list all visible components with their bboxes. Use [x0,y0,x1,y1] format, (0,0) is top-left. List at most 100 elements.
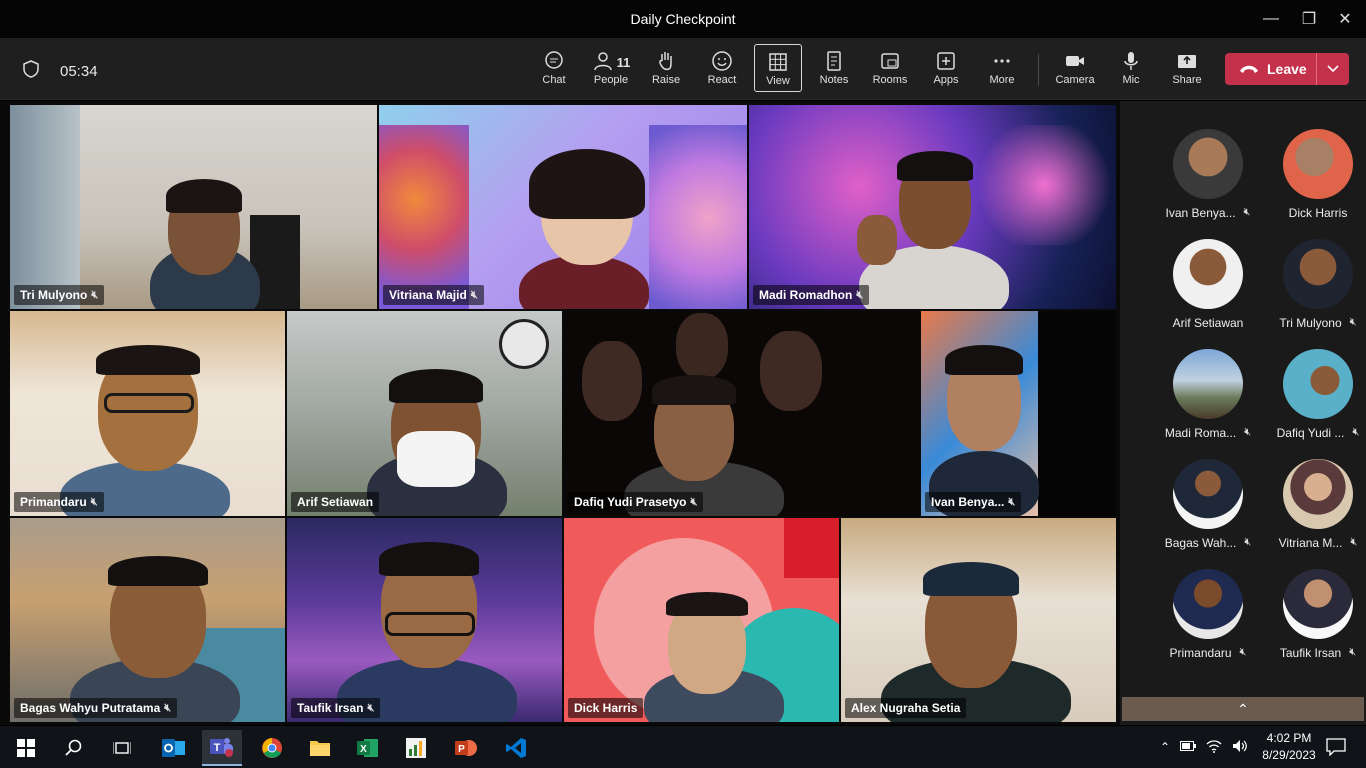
mic-off-icon: 🔇︎ [90,495,98,508]
video-tile[interactable]: Ivan Benya... 🔇︎ [920,310,1117,517]
windows-start-icon[interactable] [6,730,46,766]
battery-icon[interactable] [1180,740,1197,754]
avatar [1283,129,1353,199]
rooms-button[interactable]: Rooms [866,44,914,92]
vscode-icon[interactable] [496,730,536,766]
file-explorer-icon[interactable] [300,730,340,766]
mic-off-icon: 🔇︎ [1239,646,1247,658]
participant-name-label: Arif Setiawan [291,492,380,512]
camera-label: Camera [1055,74,1095,86]
chevron-up-icon[interactable]: ⌃ [1160,740,1170,754]
mic-label: Mic [1122,74,1140,86]
roster-scroll-up-chevron-icon[interactable]: ⌃ [1122,697,1364,721]
roster-card[interactable]: Ivan Benya... 🔇︎ [1152,129,1262,234]
video-tile[interactable]: Alex Nugraha Setia [840,517,1117,723]
chat-button[interactable]: Chat [530,44,578,92]
raise-hand-button[interactable]: Raise [642,44,690,92]
video-tile[interactable]: Taufik Irsan 🔇︎ [286,517,563,723]
toolbar-divider [1038,54,1039,86]
mic-off-icon: 🔇︎ [1350,536,1358,548]
notes-button[interactable]: Notes [810,44,858,92]
mic-off-icon: 🔇︎ [1244,426,1252,438]
share-label: Share [1172,74,1202,86]
project-chart-icon[interactable] [396,730,436,766]
mic-off-icon: 🔇︎ [1244,536,1252,548]
roster-card[interactable]: Madi Roma... 🔇︎ [1152,349,1262,454]
mic-off-icon: 🔇︎ [1008,495,1016,508]
meeting-timer: 05:34 [60,62,98,80]
mic-off-icon: 🔇︎ [91,288,99,301]
mic-off-icon: 🔇︎ [1352,426,1360,438]
teams-icon[interactable]: T [202,730,242,766]
react-button[interactable]: React [698,44,746,92]
avatar [1283,349,1353,419]
more-button[interactable]: More [978,44,1026,92]
mic-off-icon: 🔇︎ [856,288,864,301]
roster-card[interactable]: Taufik Irsan 🔇︎ [1262,569,1366,674]
avatar [1283,459,1353,529]
leave-button[interactable]: Leave [1225,53,1349,85]
video-tile[interactable]: Primandaru 🔇︎ [9,310,286,517]
view-button[interactable]: View [754,44,802,92]
video-tile[interactable]: Madi Romadhon 🔇︎ [748,104,1117,310]
roster-card[interactable]: Dafiq Yudi ... 🔇︎ [1262,349,1366,454]
camera-icon [1066,56,1084,66]
video-tile[interactable]: Arif Setiawan [286,310,563,517]
close-button[interactable]: ✕ [1322,0,1366,38]
leave-label: Leave [1267,61,1307,77]
smiley-icon [712,51,732,71]
roster-card[interactable]: Arif Setiawan [1152,239,1262,344]
roster-card[interactable]: Primandaru 🔇︎ [1152,569,1262,674]
roster-card[interactable]: Vitriana M... 🔇︎ [1262,459,1366,564]
react-label: React [707,74,737,86]
taskbar: T X P ⌃ 4:02 PM 8/29/2023 [0,726,1366,768]
wifi-icon[interactable] [1206,739,1222,756]
roster-card[interactable]: Tri Mulyono 🔇︎ [1262,239,1366,344]
share-button[interactable]: Share [1163,44,1211,92]
chat-icon [545,51,563,69]
avatar [1283,569,1353,639]
participant-roster: Ivan Benya... 🔇︎ Dick Harris Arif Setiawa… [1120,101,1366,725]
camera-button[interactable]: Camera [1051,44,1099,92]
roster-card[interactable]: Dick Harris [1262,129,1366,234]
taskbar-clock[interactable]: 4:02 PM 8/29/2023 [1254,730,1324,764]
avatar [1173,569,1243,639]
video-tile[interactable]: Dafiq Yudi Prasetyo 🔇︎ [563,310,920,517]
participant-name-label: Primandaru 🔇︎ [14,492,104,512]
notification-center-icon[interactable] [1326,726,1346,768]
mic-off-icon: 🔇︎ [1349,316,1357,328]
mic-off-icon: 🔇︎ [470,288,478,301]
speaker-icon[interactable] [1232,739,1248,756]
view-label: View [766,75,790,87]
video-tile[interactable]: Tri Mulyono 🔇︎ [9,104,378,310]
roster-card[interactable]: Bagas Wah... 🔇︎ [1152,459,1262,564]
mic-off-icon: 🔇︎ [690,495,698,508]
svg-text:X: X [360,744,367,755]
raise-label: Raise [651,74,681,86]
chrome-icon[interactable] [252,730,292,766]
rooms-label: Rooms [872,74,908,86]
people-count: 11 [616,54,631,70]
video-tile[interactable]: Bagas Wahyu Putratama 🔇︎ [9,517,286,723]
leave-options-chevron-icon[interactable] [1317,65,1349,73]
apps-button[interactable]: Apps [922,44,970,92]
more-label: More [989,74,1015,86]
participant-name-label: Dick Harris [568,698,644,718]
participant-name-label: Dafiq Yudi Prasetyo 🔇︎ [568,492,704,512]
participant-name-label: Bagas Wahyu Putratama 🔇︎ [14,698,178,718]
notes-icon [827,51,841,71]
avatar [1173,459,1243,529]
share-icon [1178,55,1196,68]
excel-icon[interactable]: X [348,730,388,766]
search-icon[interactable] [54,730,94,766]
avatar [1173,129,1243,199]
svg-text:T: T [214,742,221,754]
video-tile[interactable]: Vitriana Majid 🔇︎ [378,104,748,310]
people-button[interactable]: 11 People [586,44,636,92]
outlook-icon[interactable] [154,730,194,766]
mic-button[interactable]: Mic [1107,44,1155,92]
task-view-icon[interactable] [102,730,142,766]
clock-time: 4:02 PM [1266,731,1312,745]
powerpoint-icon[interactable]: P [446,730,486,766]
video-tile[interactable]: Dick Harris [563,517,840,723]
